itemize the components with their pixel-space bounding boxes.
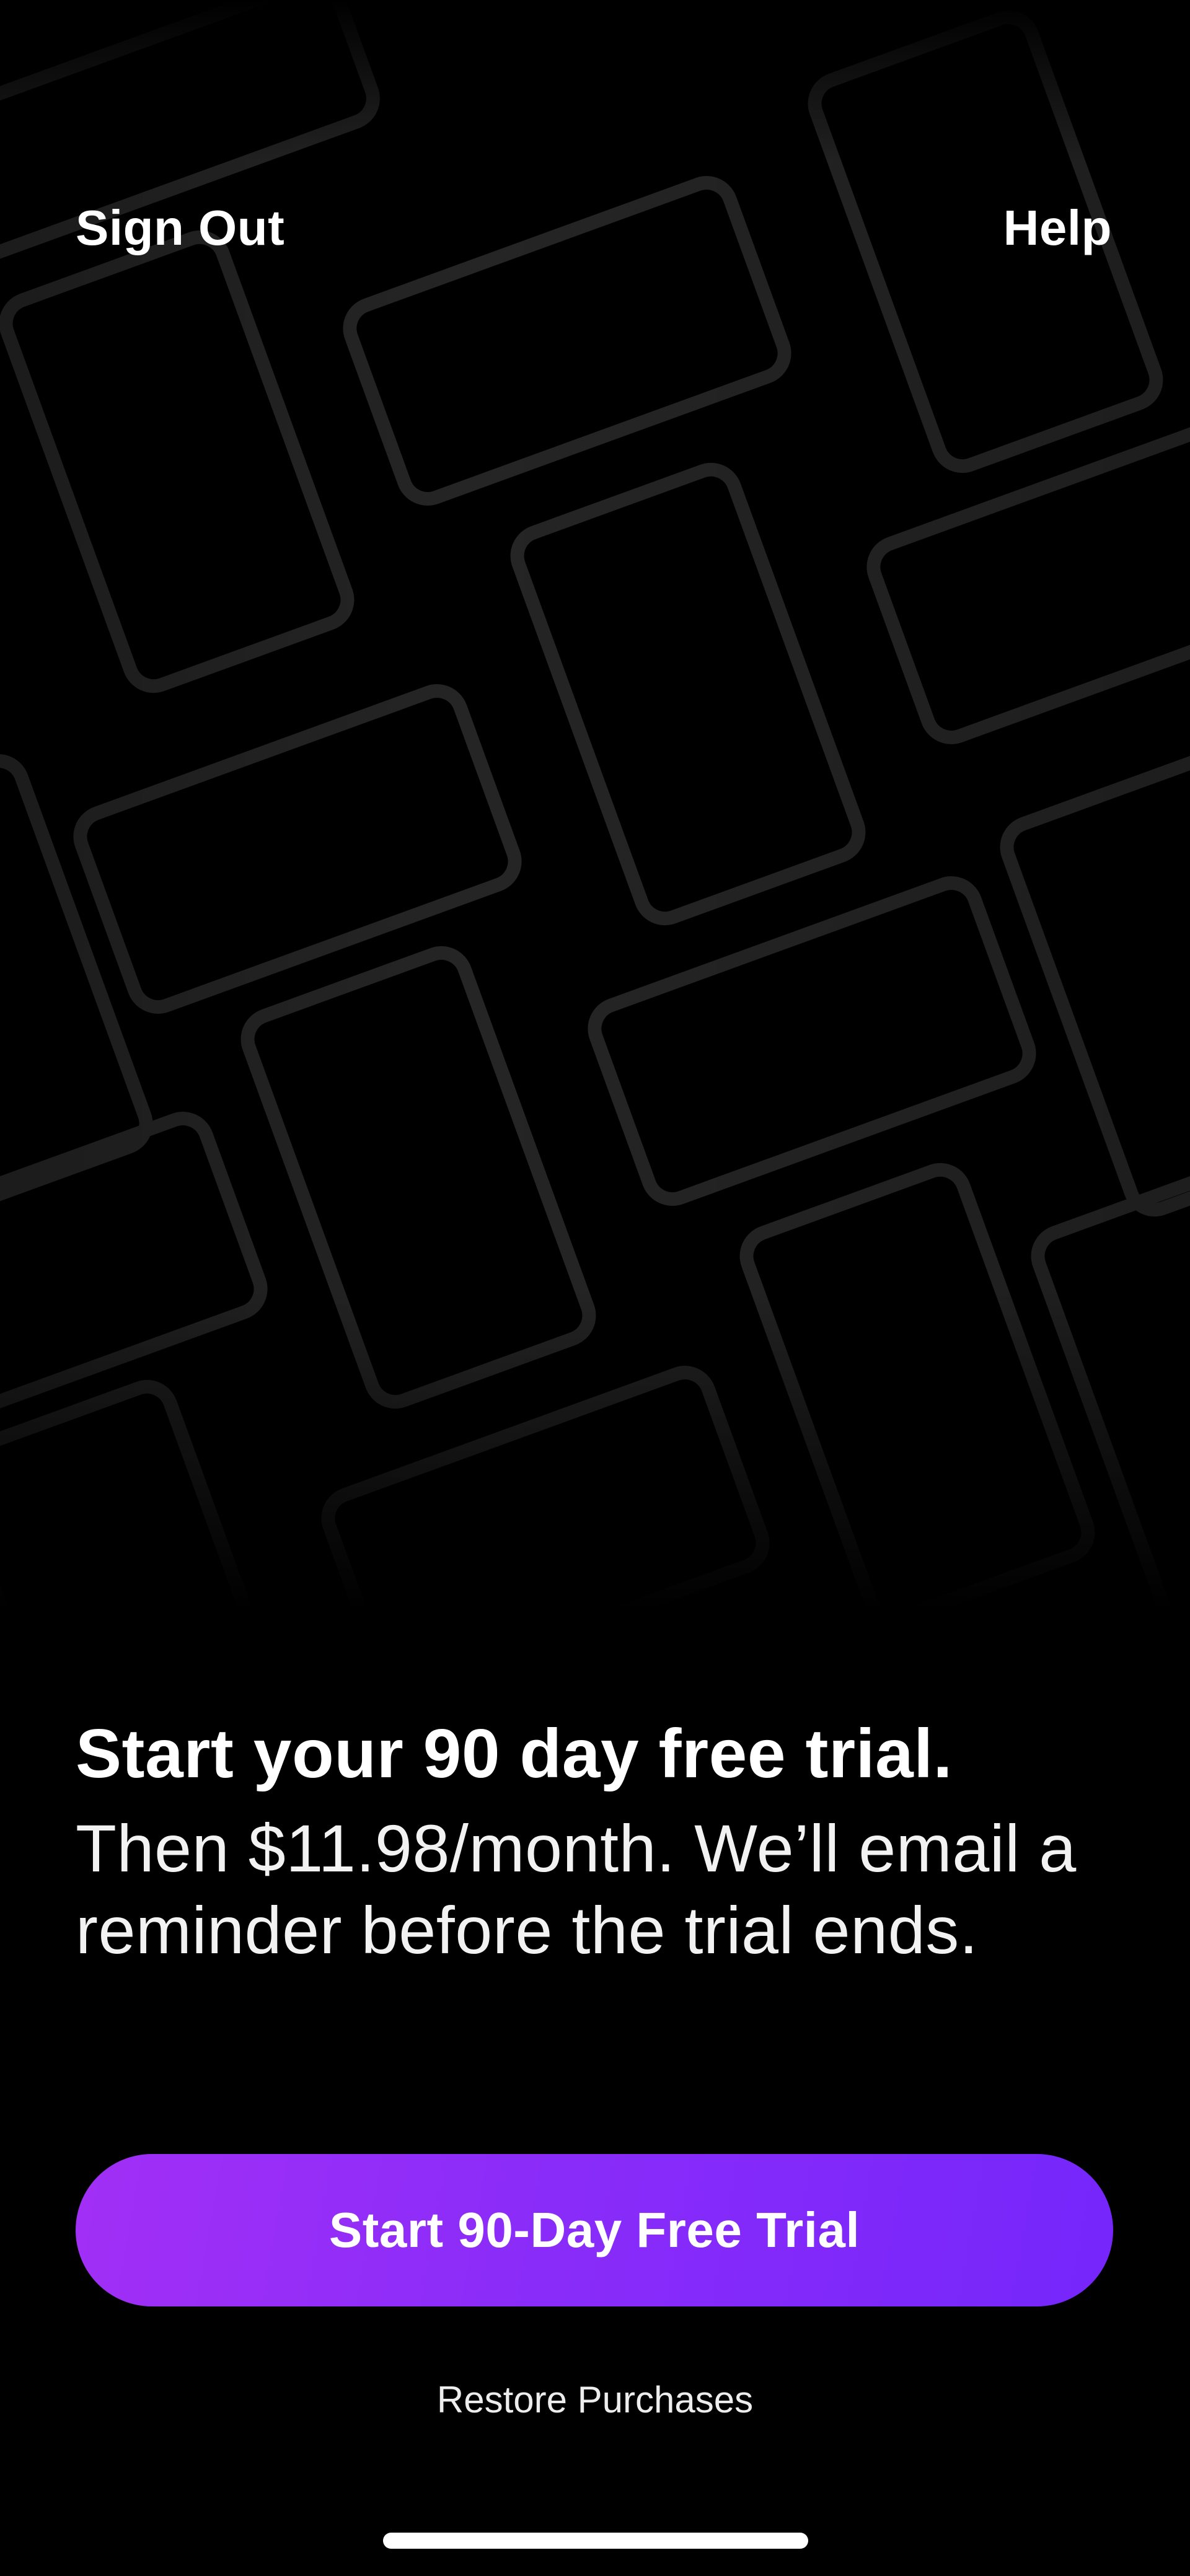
sign-out-link[interactable]: Sign Out	[76, 197, 284, 259]
restore-purchases-link[interactable]: Restore Purchases	[0, 2372, 1190, 2428]
start-free-trial-label: Start 90-Day Free Trial	[328, 2202, 860, 2257]
start-free-trial-button[interactable]: Start 90-Day Free Trial	[76, 2154, 1113, 2306]
offer-subtitle: Then $11.98/month. We’ll email a reminde…	[76, 1811, 1077, 1967]
home-indicator	[383, 2533, 808, 2549]
trial-offer: Start your 90 day free trial. Then $11.9…	[76, 1707, 1123, 1971]
help-link[interactable]: Help	[1003, 197, 1112, 259]
offer-title: Start your 90 day free trial.	[76, 1715, 953, 1792]
